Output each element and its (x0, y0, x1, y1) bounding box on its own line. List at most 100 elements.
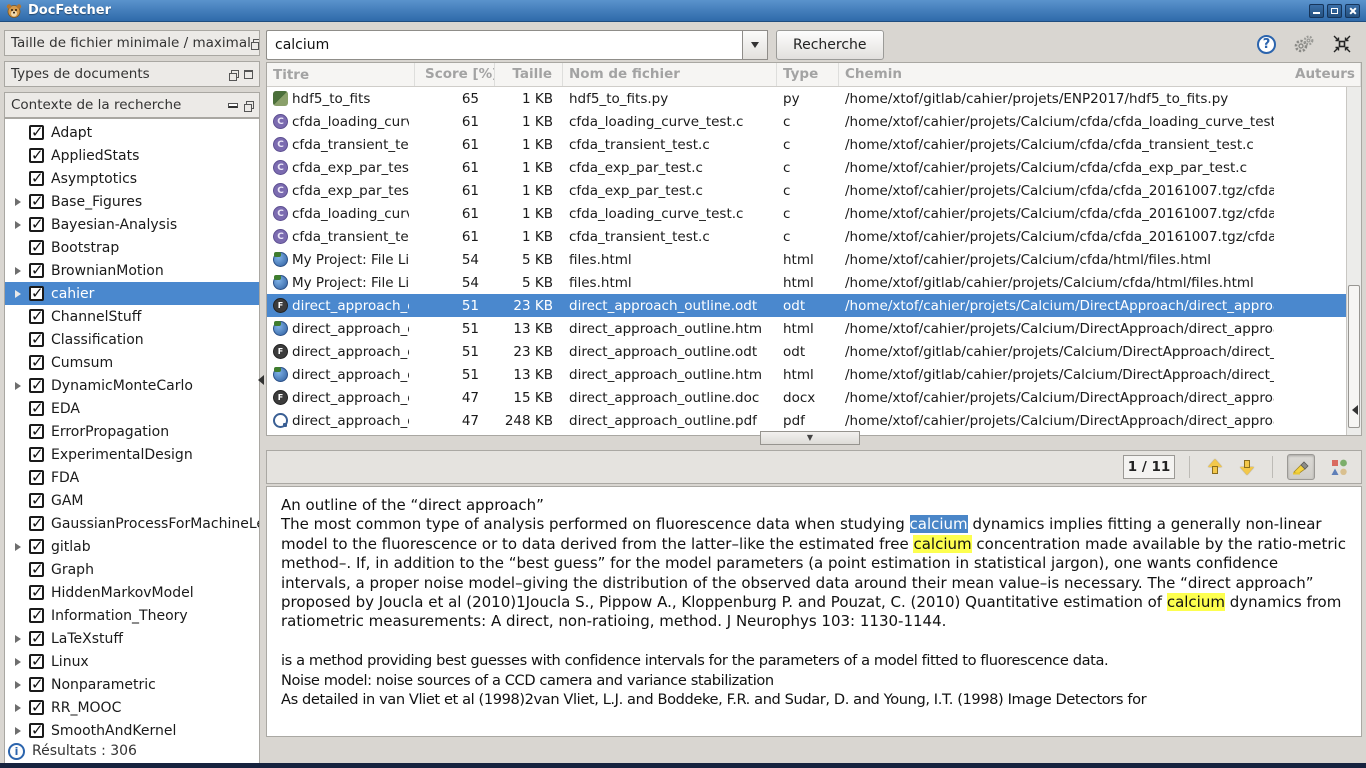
checkbox[interactable] (29, 240, 44, 255)
tree-item[interactable]: Bootstrap (5, 236, 259, 259)
checkbox[interactable] (29, 263, 44, 278)
checkbox[interactable] (29, 447, 44, 462)
tree-item[interactable]: BrownianMotion (5, 259, 259, 282)
column-header-score[interactable]: Score [%] (415, 63, 495, 86)
tree-item[interactable]: RR_MOOC (5, 696, 259, 719)
panel-doctypes[interactable]: Types de documents (4, 61, 260, 87)
checkbox[interactable] (29, 355, 44, 370)
restore-icon[interactable] (251, 39, 260, 48)
tree-item[interactable]: Adapt (5, 121, 259, 144)
tree-item[interactable]: Base_Figures (5, 190, 259, 213)
panel-filesize[interactable]: Taille de fichier minimale / maximal (4, 30, 260, 56)
tree-item[interactable]: ChannelStuff (5, 305, 259, 328)
search-button[interactable]: Recherche (776, 30, 884, 60)
tree-item[interactable]: LaTeXstuff (5, 627, 259, 650)
table-row[interactable]: My Project: File List 54 5 KB files.html… (267, 271, 1346, 294)
tree-item[interactable]: GAM (5, 489, 259, 512)
preview-mode-button[interactable] (1325, 454, 1353, 480)
close-button[interactable] (1345, 4, 1360, 18)
tree-item[interactable]: FDA (5, 466, 259, 489)
expander-arrow-icon[interactable] (15, 382, 29, 390)
table-row[interactable]: cfda_transient_test 61 1 KB cfda_transie… (267, 133, 1346, 156)
table-vertical-scrollbar[interactable] (1346, 87, 1361, 435)
column-header-taille[interactable]: Taille (495, 63, 563, 86)
tree-item[interactable]: DynamicMonteCarlo (5, 374, 259, 397)
checkbox[interactable] (29, 194, 44, 209)
table-row[interactable]: direct_approach_outline 51 23 KB direct_… (267, 294, 1346, 317)
tree-item[interactable]: Nonparametric (5, 673, 259, 696)
tree-item[interactable]: cahier (5, 282, 259, 305)
checkbox[interactable] (29, 677, 44, 692)
table-row[interactable]: cfda_loading_curve_test 61 1 KB cfda_loa… (267, 110, 1346, 133)
table-row[interactable]: cfda_exp_par_test 61 1 KB cfda_exp_par_t… (267, 179, 1346, 202)
expander-arrow-icon[interactable] (15, 704, 29, 712)
tree-item[interactable]: gitlab (5, 535, 259, 558)
expander-arrow-icon[interactable] (15, 635, 29, 643)
checkbox[interactable] (29, 332, 44, 347)
checkbox[interactable] (29, 723, 44, 738)
checkbox[interactable] (29, 125, 44, 140)
tree-item[interactable]: Asymptotics (5, 167, 259, 190)
checkbox[interactable] (29, 562, 44, 577)
sash-collapse-left-icon[interactable] (258, 375, 264, 385)
checkbox[interactable] (29, 309, 44, 324)
table-row[interactable]: direct_approach_outline 47 248 KB direct… (267, 409, 1346, 432)
collapse-icon[interactable] (228, 103, 238, 108)
table-row[interactable]: direct_approach_outline 51 13 KB direct_… (267, 363, 1346, 386)
table-row[interactable]: direct_approach_outline 51 23 KB direct_… (267, 340, 1346, 363)
expander-arrow-icon[interactable] (15, 727, 29, 735)
scroll-down-button[interactable]: ▼ (760, 431, 860, 445)
minimize-button[interactable] (1309, 4, 1324, 18)
table-row[interactable]: direct_approach_outline 47 15 KB direct_… (267, 386, 1346, 409)
compact-view-icon[interactable] (1332, 34, 1352, 54)
column-header-auteurs[interactable]: Auteurs (1289, 63, 1361, 86)
table-row[interactable]: cfda_loading_curve_test 61 1 KB cfda_loa… (267, 202, 1346, 225)
checkbox[interactable] (29, 631, 44, 646)
checkbox[interactable] (29, 401, 44, 416)
tree-item[interactable]: ExperimentalDesign (5, 443, 259, 466)
tree-item[interactable]: HiddenMarkovModel (5, 581, 259, 604)
previous-match-button[interactable] (1204, 456, 1226, 478)
preferences-gears-icon[interactable] (1292, 34, 1316, 54)
tree-item[interactable]: Graph (5, 558, 259, 581)
checkbox[interactable] (29, 217, 44, 232)
checkbox[interactable] (29, 654, 44, 669)
restore-icon[interactable] (244, 101, 253, 110)
maximize-icon[interactable] (244, 70, 253, 79)
expander-arrow-icon[interactable] (15, 681, 29, 689)
table-row[interactable]: hdf5_to_fits 65 1 KB hdf5_to_fits.py py … (267, 87, 1346, 110)
tree-item[interactable]: Bayesian-Analysis (5, 213, 259, 236)
checkbox[interactable] (29, 148, 44, 163)
checkbox[interactable] (29, 378, 44, 393)
tree-item[interactable]: GaussianProcessForMachineLea (5, 512, 259, 535)
expander-arrow-icon[interactable] (15, 658, 29, 666)
tree-item[interactable]: EDA (5, 397, 259, 420)
search-history-dropdown[interactable] (742, 30, 768, 60)
checkbox[interactable] (29, 608, 44, 623)
checkbox[interactable] (29, 585, 44, 600)
checkbox[interactable] (29, 424, 44, 439)
checkbox[interactable] (29, 539, 44, 554)
column-header-titre[interactable]: Titre (267, 63, 415, 86)
expander-arrow-icon[interactable] (15, 290, 29, 298)
tree-item[interactable]: Linux (5, 650, 259, 673)
expander-arrow-icon[interactable] (15, 267, 29, 275)
checkbox[interactable] (29, 286, 44, 301)
checkbox[interactable] (29, 493, 44, 508)
table-row[interactable]: cfda_exp_par_test 61 1 KB cfda_exp_par_t… (267, 156, 1346, 179)
tree-item[interactable]: AppliedStats (5, 144, 259, 167)
column-header-chemin[interactable]: Chemin (839, 63, 1289, 86)
tree-item[interactable]: Information_Theory (5, 604, 259, 627)
table-row[interactable]: My Project: File List 54 5 KB files.html… (267, 248, 1346, 271)
search-input[interactable] (266, 30, 742, 60)
restore-icon[interactable] (229, 70, 238, 79)
table-row[interactable]: cfda_transient_test 61 1 KB cfda_transie… (267, 225, 1346, 248)
page-indicator[interactable]: 1 / 11 (1123, 455, 1175, 479)
tree-item[interactable]: ErrorPropagation (5, 420, 259, 443)
checkbox[interactable] (29, 470, 44, 485)
expander-arrow-icon[interactable] (15, 198, 29, 206)
panel-search-scope[interactable]: Contexte de la recherche (4, 92, 260, 118)
next-match-button[interactable] (1236, 456, 1258, 478)
tree-item[interactable]: Classification (5, 328, 259, 351)
maximize-button[interactable] (1327, 4, 1342, 18)
